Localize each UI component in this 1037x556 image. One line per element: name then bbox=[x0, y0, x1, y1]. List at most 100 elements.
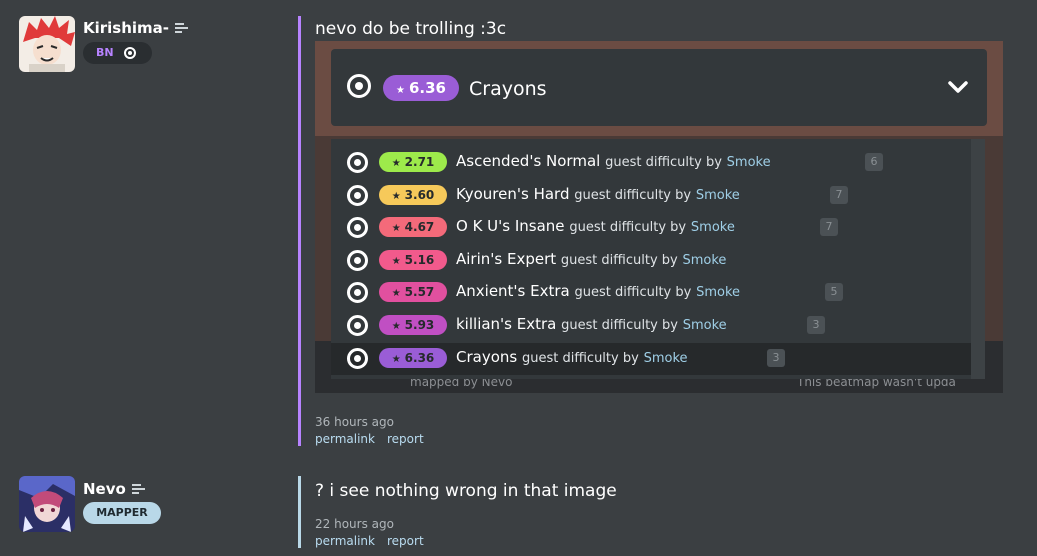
guest-label: guest difficulty by bbox=[561, 318, 678, 333]
difficulty-title: Ascended's Normal bbox=[456, 152, 601, 170]
selected-difficulty-name: Crayons bbox=[469, 78, 547, 100]
star-rating-pill: ★ 4.67 bbox=[379, 217, 447, 237]
guest-mapper: Smoke bbox=[643, 351, 688, 366]
star-rating-pill: ★ 5.16 bbox=[379, 250, 447, 270]
permalink-link[interactable]: permalink bbox=[315, 432, 375, 446]
osu-mode-icon bbox=[347, 217, 368, 238]
star-icon: ★ bbox=[391, 158, 401, 169]
guest-mapper: Smoke bbox=[690, 220, 735, 235]
report-link[interactable]: report bbox=[387, 534, 424, 548]
osu-mode-icon bbox=[347, 250, 368, 271]
username-label[interactable]: Nevo bbox=[83, 480, 126, 498]
difficulty-name: Airin's Expert guest difficulty by Smoke bbox=[456, 250, 726, 268]
badge-label: BN bbox=[96, 46, 114, 59]
difficulty-dropdown[interactable]: ★ 6.36 Crayons bbox=[331, 49, 987, 126]
difficulty-row[interactable]: ★ 5.93 killian's Extra guest difficulty by… bbox=[315, 315, 965, 341]
post-accent-bar bbox=[298, 16, 301, 446]
group-badge-mapper[interactable]: MAPPER bbox=[83, 502, 161, 524]
difficulty-row[interactable]: ★ 2.71 Ascended's Normal guest difficulty … bbox=[315, 152, 965, 178]
difficulty-row[interactable]: ★ 5.57 Anxient's Extra guest difficulty by… bbox=[315, 282, 965, 308]
selected-stars-value: 6.36 bbox=[408, 79, 446, 97]
favourite-count-badge: 5 bbox=[825, 283, 843, 301]
favourite-count-badge: 6 bbox=[865, 153, 883, 171]
star-rating-pill: ★ 2.71 bbox=[379, 152, 447, 172]
star-rating-value: 2.71 bbox=[404, 155, 435, 169]
post-timestamp: 36 hours ago bbox=[315, 415, 394, 429]
chevron-down-icon[interactable] bbox=[947, 79, 969, 99]
guest-mapper: Smoke bbox=[696, 285, 741, 300]
star-icon: ★ bbox=[391, 354, 401, 365]
star-icon: ★ bbox=[391, 321, 401, 332]
osu-mode-icon bbox=[347, 348, 368, 369]
username-label[interactable]: Kirishima- bbox=[83, 19, 169, 37]
star-rating-pill: ★ 5.57 bbox=[379, 282, 447, 302]
guest-mapper: Smoke bbox=[695, 188, 740, 203]
favourite-count-badge: 3 bbox=[807, 316, 825, 334]
difficulty-row[interactable]: ★ 6.36 Crayons guest difficulty by Smoke 3 bbox=[315, 348, 965, 374]
star-rating-value: 3.60 bbox=[404, 188, 435, 202]
star-icon: ★ bbox=[391, 288, 401, 299]
guest-label: guest difficulty by bbox=[560, 253, 678, 268]
osu-mode-icon bbox=[347, 282, 368, 303]
post-nevo: Nevo MAPPER ? i see nothing wrong in tha… bbox=[0, 466, 1037, 556]
post-accent-bar bbox=[298, 476, 301, 548]
difficulty-name: Ascended's Normal guest difficulty by Sm… bbox=[456, 152, 771, 170]
post-kirishima: Kirishima- BN nevo do be trolling :3c ma… bbox=[0, 0, 1037, 450]
permalink-link[interactable]: permalink bbox=[315, 534, 375, 548]
guest-label: guest difficulty by bbox=[522, 351, 639, 366]
post-timestamp: 22 hours ago bbox=[315, 517, 394, 531]
star-rating-value: 5.16 bbox=[404, 253, 435, 267]
report-link[interactable]: report bbox=[387, 432, 424, 446]
list-icon[interactable] bbox=[131, 481, 146, 499]
guest-label: guest difficulty by bbox=[605, 155, 722, 170]
difficulty-row[interactable]: ★ 5.16 Airin's Expert guest difficulty by … bbox=[315, 250, 965, 276]
difficulty-name: Anxient's Extra guest difficulty by Smok… bbox=[456, 282, 740, 300]
nevo-avatar-icon bbox=[19, 476, 75, 532]
difficulty-title: Airin's Expert bbox=[456, 250, 557, 268]
difficulty-title: killian's Extra bbox=[456, 315, 557, 333]
guest-mapper: Smoke bbox=[726, 155, 771, 170]
embedded-screenshot[interactable]: mapped by Nevo This beatmap wasn't upda … bbox=[315, 41, 1003, 393]
post-actions: permalink report bbox=[315, 534, 436, 548]
osu-mode-icon bbox=[347, 152, 368, 173]
favourite-count-badge: 7 bbox=[820, 218, 838, 236]
difficulty-title: Kyouren's Hard bbox=[456, 185, 570, 203]
favourite-count-badge: 3 bbox=[767, 349, 785, 367]
star-icon: ★ bbox=[391, 223, 401, 234]
avatar[interactable] bbox=[19, 16, 75, 72]
osu-mode-icon bbox=[347, 74, 371, 98]
list-icon[interactable] bbox=[175, 20, 189, 38]
difficulty-name: O K U's Insane guest difficulty by Smoke bbox=[456, 217, 735, 235]
post-message: nevo do be trolling :3c bbox=[315, 19, 507, 39]
username[interactable]: Kirishima- bbox=[83, 19, 189, 38]
star-rating-value: 5.57 bbox=[404, 285, 435, 299]
group-badge-bn[interactable]: BN bbox=[83, 42, 152, 64]
guest-label: guest difficulty by bbox=[574, 188, 692, 203]
star-rating-value: 4.67 bbox=[404, 220, 435, 234]
osu-mode-icon bbox=[124, 47, 136, 59]
star-icon: ★ bbox=[391, 256, 401, 267]
difficulty-name: Crayons guest difficulty by Smoke bbox=[456, 348, 688, 366]
guest-mapper: Smoke bbox=[682, 253, 727, 268]
post-actions: permalink report bbox=[315, 432, 436, 446]
star-rating-pill: ★ 3.60 bbox=[379, 185, 447, 205]
post-message: ? i see nothing wrong in that image bbox=[315, 481, 617, 501]
avatar[interactable] bbox=[19, 476, 75, 532]
star-rating-value: 6.36 bbox=[404, 351, 435, 365]
difficulty-name: killian's Extra guest difficulty by Smok… bbox=[456, 315, 727, 333]
difficulty-row[interactable]: ★ 3.60 Kyouren's Hard guest difficulty by … bbox=[315, 185, 965, 211]
guest-label: guest difficulty by bbox=[569, 220, 687, 235]
guest-label: guest difficulty by bbox=[574, 285, 692, 300]
star-rating-pill: ★ 5.93 bbox=[379, 315, 447, 335]
osu-mode-icon bbox=[347, 185, 368, 206]
username[interactable]: Nevo bbox=[83, 480, 146, 499]
guest-mapper: Smoke bbox=[682, 318, 727, 333]
osu-mode-icon bbox=[347, 315, 368, 336]
difficulty-row[interactable]: ★ 4.67 O K U's Insane guest difficulty by … bbox=[315, 217, 965, 243]
scrollbar[interactable] bbox=[971, 139, 985, 379]
star-rating-value: 5.93 bbox=[404, 318, 435, 332]
difficulty-title: Anxient's Extra bbox=[456, 282, 570, 300]
difficulty-title: Crayons bbox=[456, 348, 518, 366]
kirishima-avatar-icon bbox=[19, 16, 75, 72]
star-rating-pill: ★ 6.36 bbox=[379, 348, 447, 368]
